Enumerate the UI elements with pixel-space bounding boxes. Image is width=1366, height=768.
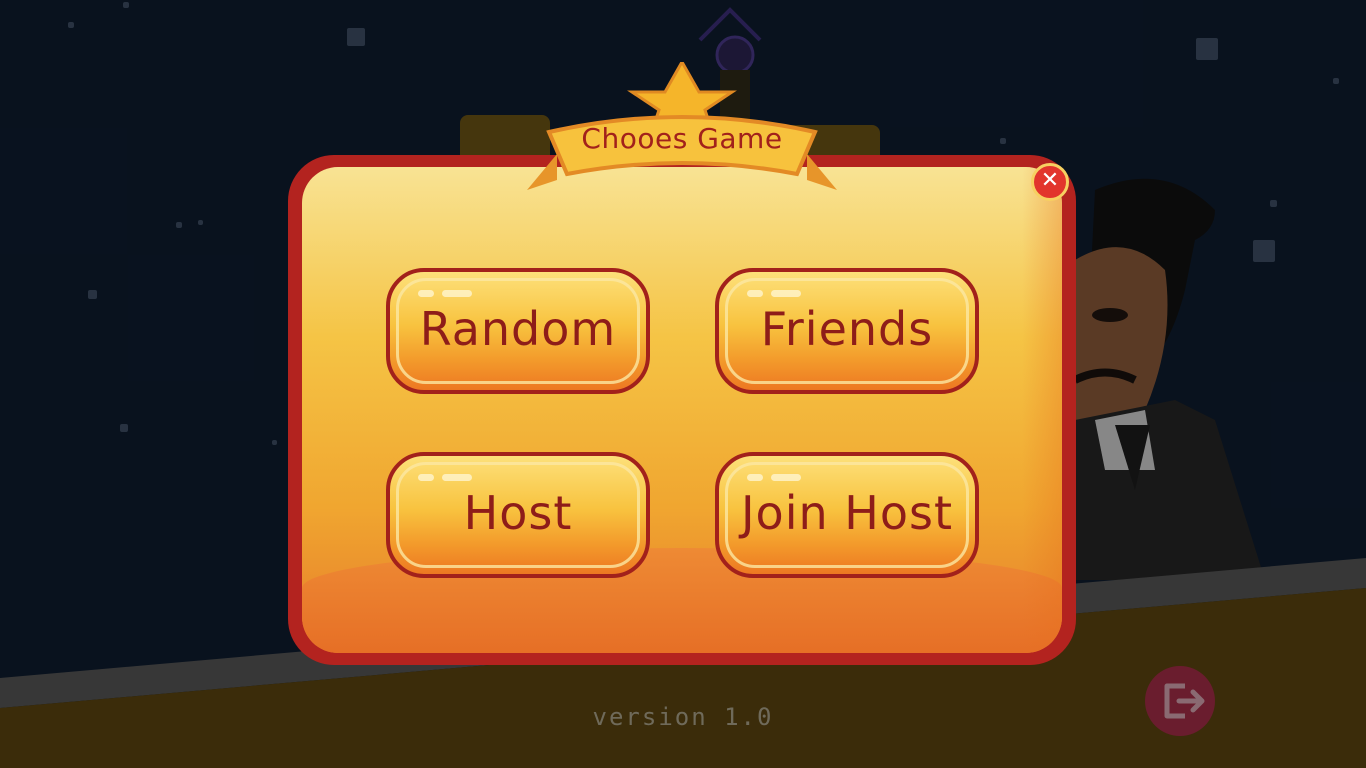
title-ribbon: Chooes Game [527,62,837,194]
random-button[interactable]: Random [386,268,650,394]
host-button[interactable]: Host [386,452,650,578]
button-shine [747,474,763,481]
host-button-label: Host [463,486,573,540]
button-shine [418,290,434,297]
close-icon: ✕ [1040,168,1060,193]
button-shine [442,474,472,481]
friends-button-label: Friends [760,302,934,356]
game-scene: Chooes Game ✕ Random Friends Host Join H… [0,0,1366,768]
join-host-button-label: Join Host [740,486,953,540]
exit-button[interactable] [1145,666,1215,736]
button-shine [442,290,472,297]
friends-button[interactable]: Friends [715,268,979,394]
close-button[interactable]: ✕ [1031,163,1069,201]
random-button-label: Random [419,302,617,356]
button-shine [747,290,763,297]
panel-rim [1022,167,1062,653]
dialog-panel [302,167,1062,653]
exit-icon [1164,683,1205,719]
dialog-title: Chooes Game [581,122,783,155]
button-shine [771,290,801,297]
button-shine [418,474,434,481]
join-host-button[interactable]: Join Host [715,452,979,578]
button-shine [771,474,801,481]
choose-game-dialog [288,155,1076,665]
